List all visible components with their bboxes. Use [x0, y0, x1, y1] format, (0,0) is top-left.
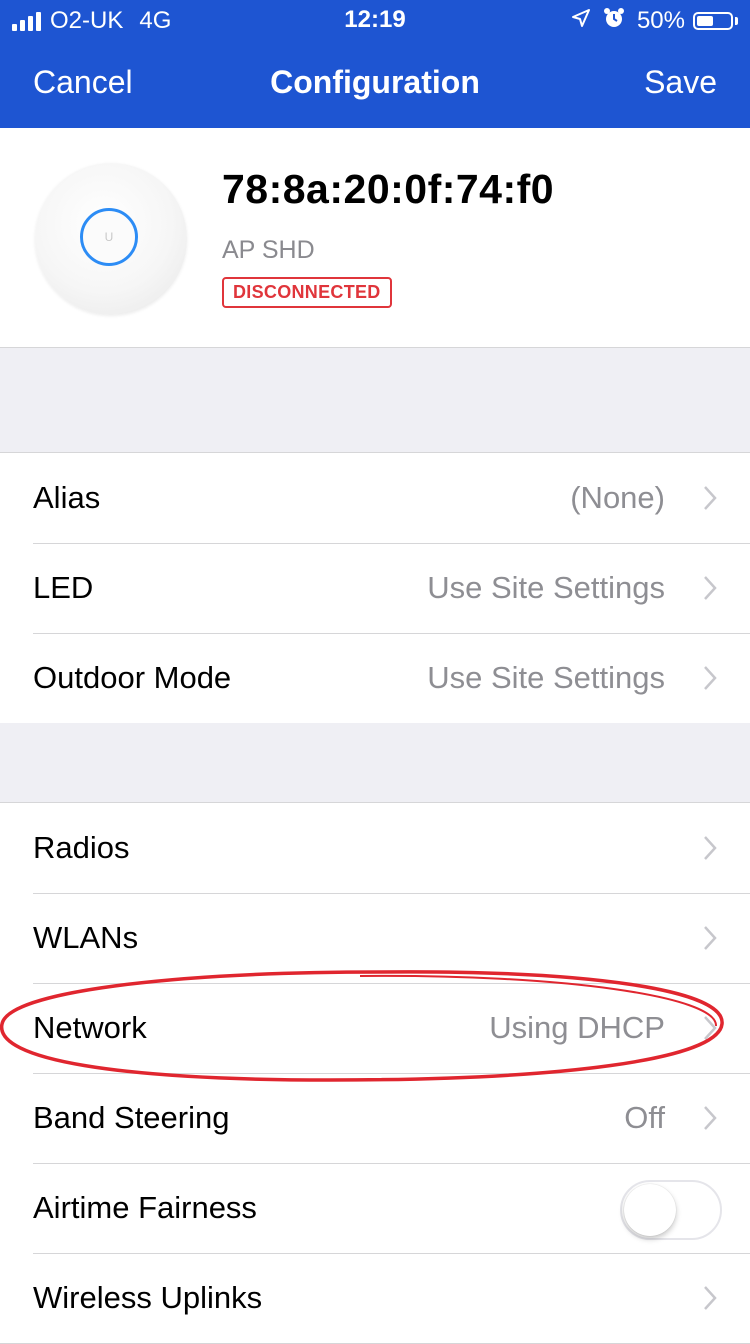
settings-group-general: Alias (None) LED Use Site Settings Outdo… [0, 452, 750, 724]
row-value: Use Site Settings [427, 660, 665, 695]
access-point-image: U [35, 163, 187, 315]
alarm-icon [603, 7, 625, 36]
device-card: U 78:8a:20:0f:74:f0 AP SHD DISCONNECTED [0, 128, 750, 348]
chevron-right-icon [704, 1016, 717, 1040]
device-model: AP SHD [222, 236, 315, 264]
chevron-right-icon [704, 486, 717, 510]
chevron-right-icon [704, 926, 717, 950]
status-bar: O2-UK 4G 12:19 50% [0, 0, 750, 42]
page-title: Configuration [270, 64, 480, 100]
chevron-right-icon [704, 836, 717, 860]
row-label: Radios [33, 830, 130, 865]
chevron-right-icon [704, 666, 717, 690]
wireless-uplinks-row[interactable]: Wireless Uplinks [0, 1253, 750, 1343]
battery-icon [693, 12, 738, 30]
airtime-fairness-row: Airtime Fairness [0, 1163, 750, 1253]
led-row[interactable]: LED Use Site Settings [0, 543, 750, 633]
chevron-right-icon [704, 576, 717, 600]
section-spacer [0, 348, 750, 452]
row-value: Use Site Settings [427, 570, 665, 605]
save-button[interactable]: Save [644, 64, 717, 101]
status-badge: DISCONNECTED [222, 277, 392, 308]
alias-row[interactable]: Alias (None) [0, 453, 750, 543]
row-label: Outdoor Mode [33, 660, 232, 695]
row-value: Off [624, 1100, 665, 1135]
location-arrow-icon [571, 7, 591, 35]
chevron-right-icon [704, 1286, 717, 1310]
navigation-bar: Cancel Configuration Save [0, 42, 750, 128]
row-label: LED [33, 570, 94, 605]
network-row[interactable]: Network Using DHCP [0, 983, 750, 1073]
band-steering-row[interactable]: Band Steering Off [0, 1073, 750, 1163]
device-mac-address: 78:8a:20:0f:74:f0 [222, 166, 555, 212]
toggle-knob [624, 1184, 676, 1236]
radios-row[interactable]: Radios [0, 803, 750, 893]
row-label: Airtime Fairness [33, 1190, 257, 1225]
battery-percent: 50% [636, 7, 685, 34]
row-value: Using DHCP [489, 1010, 665, 1045]
row-label: WLANs [33, 920, 139, 955]
row-label: Alias [33, 480, 101, 515]
row-value: (None) [570, 480, 665, 515]
chevron-right-icon [704, 1106, 717, 1130]
led-ring-icon: U [80, 208, 138, 266]
section-spacer [0, 723, 750, 802]
row-label: Network [33, 1010, 147, 1045]
settings-group-wireless: Radios WLANs Network Using DHCP Band Ste… [0, 802, 750, 1344]
row-label: Band Steering [33, 1100, 230, 1135]
status-bar-right: 50% [571, 6, 738, 36]
outdoor-mode-row[interactable]: Outdoor Mode Use Site Settings [0, 633, 750, 723]
header: O2-UK 4G 12:19 50% Cancel Configuration … [0, 0, 750, 128]
wlans-row[interactable]: WLANs [0, 893, 750, 983]
airtime-fairness-toggle[interactable] [620, 1180, 722, 1240]
logo-mark: U [104, 230, 114, 244]
row-label: Wireless Uplinks [33, 1280, 263, 1315]
